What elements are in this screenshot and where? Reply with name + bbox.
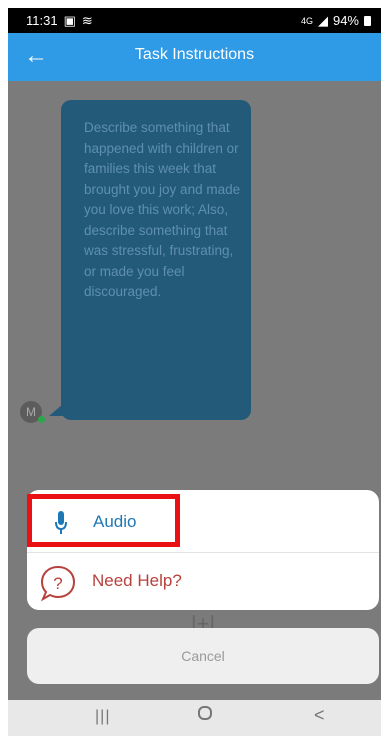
highlight-box [27,494,180,547]
wifi-icon: ≋ [81,12,93,28]
app-bar: ← Task Instructions [8,33,381,81]
help-bubble-icon: ? [40,565,76,602]
battery-icon [364,15,371,26]
status-right: 4G ◢ 94% [301,13,381,29]
need-help-option[interactable] [27,553,379,610]
battery-text: 94% [332,13,359,28]
cancel-button[interactable]: Cancel [27,628,379,684]
recent-apps-button[interactable]: ||| [95,708,110,726]
help-symbol: ? [53,574,62,593]
message-bubble-tail [49,404,63,416]
status-left: 11:31 ▣ ≋ [8,13,93,29]
network-label: 4G [300,15,313,26]
nav-back-button[interactable]: < [314,705,325,726]
message-text: Describe something that happened with ch… [84,120,241,299]
status-time: 11:31 [26,13,58,28]
need-help-label: Need Help? [92,571,182,590]
gallery-icon: ▣ [63,12,76,28]
system-nav-bar: ||| < [8,700,381,736]
page-title: Task Instructions [134,46,255,63]
online-status-dot [38,416,45,423]
signal-icon: ◢ [317,12,328,28]
home-button[interactable] [198,706,212,720]
status-bar: 11:31 ▣ ≋ 4G ◢ 94% [8,8,381,33]
